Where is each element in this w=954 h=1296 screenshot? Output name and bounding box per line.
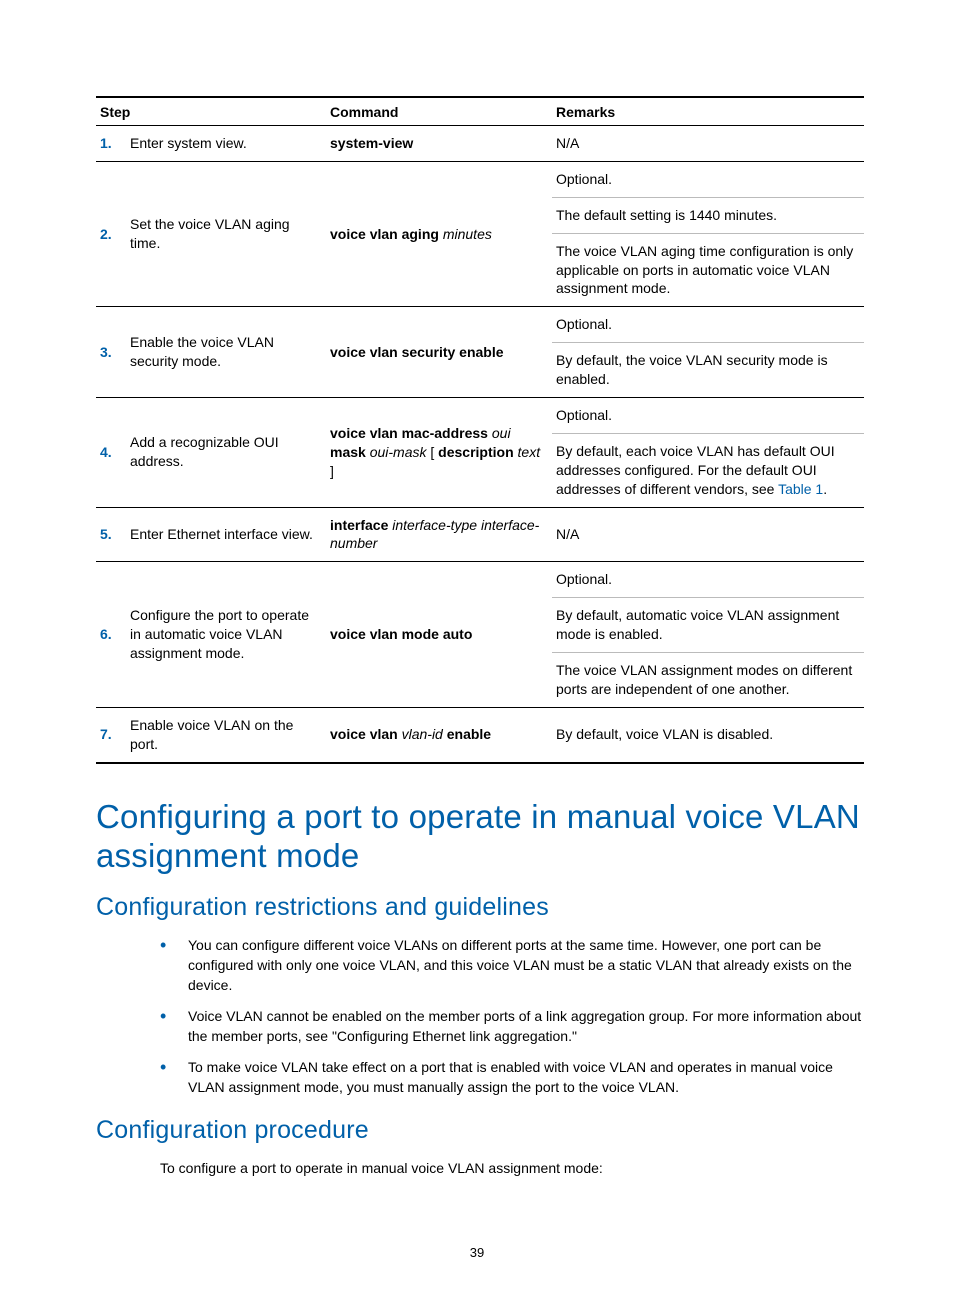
list-item: You can configure different voice VLANs … bbox=[160, 936, 864, 995]
page-number: 39 bbox=[0, 1245, 954, 1260]
command-table: Step Command Remarks 1.Enter system view… bbox=[96, 96, 864, 764]
remark-cell: N/A bbox=[552, 507, 864, 562]
step-description: Enable voice VLAN on the port. bbox=[126, 707, 326, 762]
step-description: Enable the voice VLAN security mode. bbox=[126, 307, 326, 398]
remark-cell: The default setting is 1440 minutes. bbox=[552, 197, 864, 233]
step-number: 7. bbox=[96, 707, 126, 762]
procedure-intro-text: To configure a port to operate in manual… bbox=[160, 1159, 864, 1179]
step-number: 4. bbox=[96, 398, 126, 508]
step-number: 6. bbox=[96, 562, 126, 707]
remark-cell: By default, voice VLAN is disabled. bbox=[552, 707, 864, 762]
step-number: 2. bbox=[96, 161, 126, 306]
subsection-heading-procedure: Configuration procedure bbox=[96, 1116, 864, 1145]
section-heading: Configuring a port to operate in manual … bbox=[96, 798, 864, 876]
table-row: 4.Add a recognizable OUI address.voice v… bbox=[96, 398, 864, 434]
step-description: Set the voice VLAN aging time. bbox=[126, 161, 326, 306]
table-header-row: Step Command Remarks bbox=[96, 97, 864, 126]
remark-cell: Optional. bbox=[552, 161, 864, 197]
command-cell: interface interface-type interface-numbe… bbox=[326, 507, 552, 562]
remark-cell: The voice VLAN assignment modes on diffe… bbox=[552, 653, 864, 708]
guidelines-list: You can configure different voice VLANs … bbox=[160, 936, 864, 1097]
remark-cell: By default, each voice VLAN has default … bbox=[552, 433, 864, 507]
remark-cell: By default, the voice VLAN security mode… bbox=[552, 343, 864, 398]
command-cell: system-view bbox=[326, 126, 552, 162]
col-header-remarks: Remarks bbox=[552, 97, 864, 126]
command-cell: voice vlan vlan-id enable bbox=[326, 707, 552, 762]
table-row: 5.Enter Ethernet interface view.interfac… bbox=[96, 507, 864, 562]
remark-cell: Optional. bbox=[552, 307, 864, 343]
command-cell: voice vlan mac-address oui mask oui-mask… bbox=[326, 398, 552, 508]
col-header-step: Step bbox=[96, 97, 326, 126]
table-row: 2.Set the voice VLAN aging time.voice vl… bbox=[96, 161, 864, 197]
remark-cell: Optional. bbox=[552, 398, 864, 434]
command-cell: voice vlan mode auto bbox=[326, 562, 552, 707]
list-item: To make voice VLAN take effect on a port… bbox=[160, 1058, 864, 1097]
col-header-command: Command bbox=[326, 97, 552, 126]
document-page: Step Command Remarks 1.Enter system view… bbox=[0, 0, 954, 1296]
table-row: 6.Configure the port to operate in autom… bbox=[96, 562, 864, 598]
step-number: 1. bbox=[96, 126, 126, 162]
command-cell: voice vlan aging minutes bbox=[326, 161, 552, 306]
step-description: Configure the port to operate in automat… bbox=[126, 562, 326, 707]
step-number: 3. bbox=[96, 307, 126, 398]
table-body: 1.Enter system view.system-viewN/A2.Set … bbox=[96, 126, 864, 763]
remark-cell: By default, automatic voice VLAN assignm… bbox=[552, 598, 864, 653]
table-row: 1.Enter system view.system-viewN/A bbox=[96, 126, 864, 162]
table-row: 3.Enable the voice VLAN security mode.vo… bbox=[96, 307, 864, 343]
step-description: Enter system view. bbox=[126, 126, 326, 162]
subsection-heading-restrictions: Configuration restrictions and guideline… bbox=[96, 893, 864, 922]
step-description: Enter Ethernet interface view. bbox=[126, 507, 326, 562]
step-number: 5. bbox=[96, 507, 126, 562]
table-row: 7.Enable voice VLAN on the port.voice vl… bbox=[96, 707, 864, 762]
table-link[interactable]: Table 1 bbox=[778, 481, 823, 497]
step-description: Add a recognizable OUI address. bbox=[126, 398, 326, 508]
command-cell: voice vlan security enable bbox=[326, 307, 552, 398]
remark-cell: N/A bbox=[552, 126, 864, 162]
remark-cell: Optional. bbox=[552, 562, 864, 598]
list-item: Voice VLAN cannot be enabled on the memb… bbox=[160, 1007, 864, 1046]
remark-cell: The voice VLAN aging time configuration … bbox=[552, 233, 864, 307]
